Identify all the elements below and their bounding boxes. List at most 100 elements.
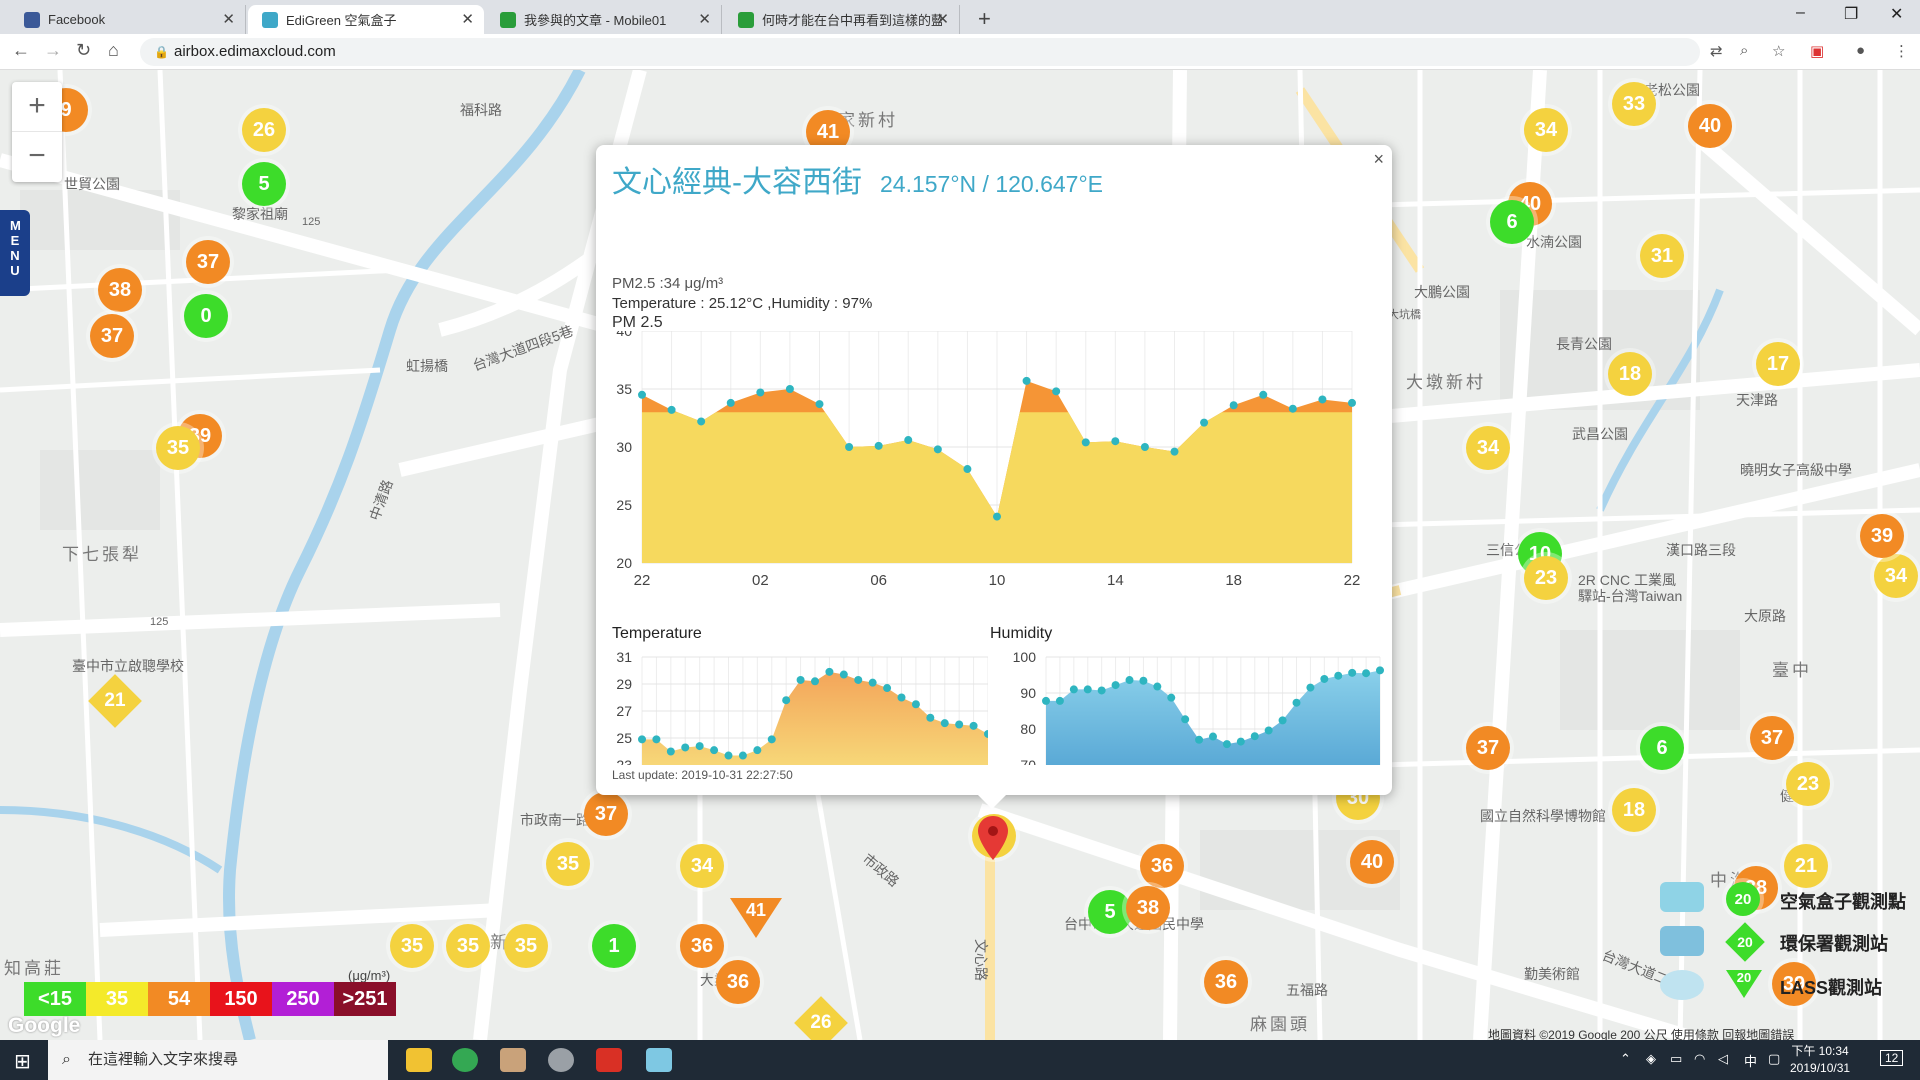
data-point[interactable] bbox=[1376, 666, 1384, 675]
translate-icon[interactable]: ⇄ bbox=[1710, 42, 1723, 60]
data-point[interactable] bbox=[1052, 387, 1061, 396]
tray-ime-icon[interactable]: 中 bbox=[1744, 1051, 1757, 1070]
station-marker[interactable]: 17 bbox=[1756, 342, 1800, 386]
data-point[interactable] bbox=[1362, 669, 1371, 678]
minimize-button[interactable]: – bbox=[1796, 4, 1805, 22]
data-point[interactable] bbox=[815, 400, 824, 409]
bookmark-star-icon[interactable]: ☆ bbox=[1772, 42, 1785, 60]
profile-icon[interactable]: ● bbox=[1856, 42, 1865, 59]
data-point[interactable] bbox=[1318, 395, 1327, 404]
station-marker[interactable]: 36 bbox=[1140, 844, 1184, 888]
station-marker[interactable]: 31 bbox=[1640, 234, 1684, 278]
station-marker[interactable]: 35 bbox=[504, 924, 548, 968]
data-point[interactable] bbox=[1081, 438, 1090, 447]
station-marker[interactable]: 34 bbox=[1466, 426, 1510, 470]
data-point[interactable] bbox=[726, 398, 735, 407]
data-point[interactable] bbox=[1167, 693, 1176, 702]
data-point[interactable] bbox=[904, 436, 913, 445]
data-point[interactable] bbox=[874, 441, 883, 450]
zoom-out-button[interactable]: − bbox=[12, 132, 62, 182]
data-point[interactable] bbox=[638, 735, 646, 744]
tray-keyboard-icon[interactable]: ▢ bbox=[1768, 1051, 1780, 1067]
data-point[interactable] bbox=[1288, 404, 1297, 413]
data-point[interactable] bbox=[695, 742, 704, 751]
tray-battery-icon[interactable]: ▭ bbox=[1670, 1051, 1682, 1067]
new-tab-button[interactable]: + bbox=[978, 6, 991, 32]
tab-mobile01-2[interactable]: 何時才能在台中再看到這樣的藍 ✕ bbox=[724, 5, 960, 34]
station-marker[interactable]: 6 bbox=[1490, 200, 1534, 244]
data-point[interactable] bbox=[1306, 683, 1315, 692]
extension-icon[interactable]: ▣ bbox=[1810, 42, 1824, 60]
close-tab-icon[interactable]: ✕ bbox=[461, 10, 474, 28]
data-point[interactable] bbox=[681, 743, 690, 752]
windows-start-icon[interactable]: ⊞ bbox=[14, 1049, 31, 1074]
data-point[interactable] bbox=[1125, 676, 1134, 685]
data-point[interactable] bbox=[940, 719, 949, 728]
data-point[interactable] bbox=[767, 735, 776, 744]
taskbar-clock[interactable]: 下午 10:34 2019/10/31 bbox=[1790, 1043, 1850, 1077]
data-point[interactable] bbox=[1170, 447, 1179, 456]
data-point[interactable] bbox=[883, 684, 892, 693]
app-icon[interactable] bbox=[500, 1048, 526, 1072]
maximize-button[interactable]: ❐ bbox=[1844, 4, 1858, 24]
tab-mobile01[interactable]: 我參與的文章 - Mobile01 ✕ bbox=[486, 5, 722, 34]
data-point[interactable] bbox=[1097, 686, 1106, 695]
app-icon[interactable] bbox=[646, 1048, 672, 1072]
data-point[interactable] bbox=[1292, 698, 1301, 707]
data-point[interactable] bbox=[854, 675, 863, 684]
menu-dots-icon[interactable]: ⋮ bbox=[1894, 42, 1909, 60]
station-marker[interactable]: 37 bbox=[1750, 716, 1794, 760]
station-marker[interactable]: 37 bbox=[1466, 726, 1510, 770]
data-point[interactable] bbox=[963, 465, 972, 474]
station-marker[interactable]: 37 bbox=[584, 792, 628, 836]
data-point[interactable] bbox=[738, 751, 747, 760]
app-icon[interactable] bbox=[596, 1048, 622, 1072]
data-point[interactable] bbox=[753, 746, 762, 755]
station-marker[interactable]: 35 bbox=[156, 426, 200, 470]
data-point[interactable] bbox=[839, 670, 848, 679]
data-point[interactable] bbox=[969, 721, 978, 730]
station-marker[interactable]: 36 bbox=[716, 960, 760, 1004]
humidity-chart[interactable]: 70 80 90 100 bbox=[988, 645, 1388, 765]
file-explorer-icon[interactable] bbox=[406, 1048, 432, 1072]
lass-station-marker[interactable]: 41 bbox=[730, 898, 782, 938]
station-marker[interactable]: 34 bbox=[680, 844, 724, 888]
back-icon[interactable]: ← bbox=[12, 40, 30, 61]
data-point[interactable] bbox=[911, 700, 920, 709]
data-point[interactable] bbox=[1181, 715, 1190, 724]
data-point[interactable] bbox=[724, 751, 733, 760]
data-point[interactable] bbox=[710, 746, 719, 755]
data-point[interactable] bbox=[1209, 732, 1217, 741]
station-marker[interactable]: 35 bbox=[390, 924, 434, 968]
data-point[interactable] bbox=[1140, 443, 1149, 451]
notification-badge[interactable]: 12 bbox=[1880, 1050, 1904, 1066]
data-point[interactable] bbox=[1278, 716, 1287, 725]
tab-facebook[interactable]: Facebook ✕ bbox=[10, 5, 246, 34]
address-bar[interactable]: 🔒 airbox.edimaxcloud.com bbox=[140, 38, 1700, 66]
data-point[interactable] bbox=[811, 677, 819, 686]
data-point[interactable] bbox=[1153, 682, 1162, 691]
zoom-in-button[interactable]: + bbox=[12, 82, 62, 132]
station-marker[interactable]: 38 bbox=[1126, 886, 1170, 930]
station-marker[interactable]: 23 bbox=[1524, 556, 1568, 600]
home-icon[interactable]: ⌂ bbox=[108, 40, 119, 61]
popup-close-button[interactable]: × bbox=[1373, 149, 1384, 170]
data-point[interactable] bbox=[1222, 740, 1231, 749]
data-point[interactable] bbox=[1055, 696, 1064, 705]
station-marker[interactable]: 1 bbox=[592, 924, 636, 968]
data-point[interactable] bbox=[1139, 676, 1148, 685]
close-tab-icon[interactable]: ✕ bbox=[222, 10, 235, 28]
station-marker[interactable]: 39 bbox=[1860, 514, 1904, 558]
station-marker[interactable]: 18 bbox=[1612, 788, 1656, 832]
data-point[interactable] bbox=[1200, 418, 1209, 427]
data-point[interactable] bbox=[926, 713, 935, 722]
data-point[interactable] bbox=[756, 388, 765, 397]
tab-edigreen[interactable]: EdiGreen 空氣盒子 ✕ bbox=[248, 5, 484, 34]
reload-icon[interactable]: ↻ bbox=[76, 40, 91, 61]
data-point[interactable] bbox=[1320, 674, 1329, 683]
data-point[interactable] bbox=[667, 405, 676, 414]
data-point[interactable] bbox=[1229, 401, 1238, 410]
station-marker[interactable]: 35 bbox=[446, 924, 490, 968]
station-marker[interactable]: 35 bbox=[546, 842, 590, 886]
close-window-button[interactable]: ✕ bbox=[1890, 4, 1903, 24]
